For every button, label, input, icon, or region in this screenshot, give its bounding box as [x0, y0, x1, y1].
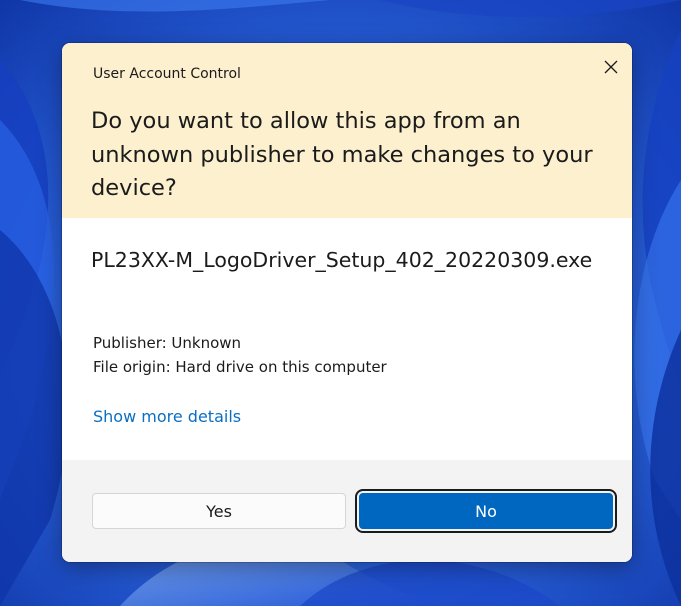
dialog-footer: Yes No	[62, 460, 632, 562]
yes-button[interactable]: Yes	[92, 493, 346, 529]
dialog-title: User Account Control	[93, 66, 241, 82]
publisher-text: Publisher: Unknown	[93, 334, 242, 352]
file-origin-text: File origin: Hard drive on this computer	[93, 358, 387, 376]
app-info: Publisher: Unknown File origin: Hard dri…	[93, 331, 387, 379]
prompt-question: Do you want to allow this app from an un…	[91, 108, 593, 201]
show-more-details-link[interactable]: Show more details	[93, 407, 241, 426]
app-name: PL23XX-M_LogoDriver_Setup_402_20220309.e…	[91, 248, 593, 272]
close-button[interactable]	[594, 53, 628, 83]
no-button[interactable]: No	[355, 489, 617, 533]
uac-dialog: User Account Control Do you want to allo…	[62, 43, 632, 562]
close-icon	[604, 59, 618, 78]
dialog-header: User Account Control Do you want to allo…	[62, 43, 632, 218]
